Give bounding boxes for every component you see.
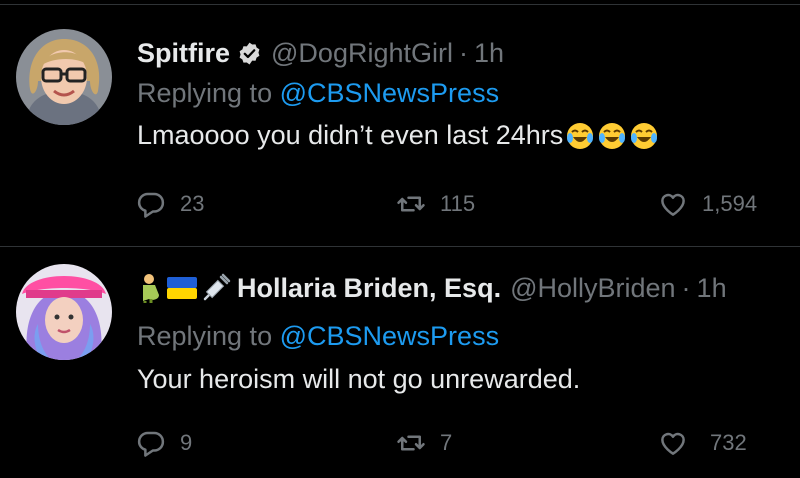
heart-icon [661, 432, 685, 455]
avatar[interactable] [16, 264, 112, 360]
reply-button[interactable]: 9 [136, 425, 192, 461]
pregnant-man-icon [143, 274, 159, 303]
like-button[interactable]: 1,594 [658, 186, 757, 222]
handle[interactable]: @HollyBriden [510, 273, 675, 304]
face-with-tears-of-joy-icon [629, 121, 659, 151]
replying-to: Replying to @CBSNewsPress [137, 78, 499, 109]
syringe-icon [203, 273, 231, 301]
avatar[interactable] [16, 29, 112, 125]
tweet-text: Your heroism will not go unrewarded. [137, 364, 580, 395]
timestamp[interactable]: 1h [697, 273, 727, 304]
replying-to: Replying to @CBSNewsPress [137, 321, 499, 352]
reply-icon [137, 431, 165, 457]
reply-count: 9 [180, 430, 193, 455]
heart-icon [661, 193, 685, 216]
tweet-header: Spitfire @DogRightGirl · 1h [137, 36, 504, 70]
tweet-actions: 9 7 732 [0, 425, 800, 461]
replying-to-label: Replying to [137, 78, 273, 108]
reply-icon [137, 192, 165, 218]
retweet-button[interactable]: 7 [396, 425, 452, 461]
like-button[interactable]: 732 [658, 425, 747, 461]
retweet-icon [397, 435, 425, 451]
tweet-text: Lmaoooo you didn’t even last 24hrs [137, 120, 659, 151]
reply-button[interactable]: 23 [136, 186, 204, 222]
tweet-actions: 23 115 1,594 [0, 186, 800, 222]
like-count: 732 [710, 430, 747, 455]
verified-badge-icon [237, 41, 262, 66]
handle[interactable]: @DogRightGirl [271, 38, 453, 69]
display-name[interactable]: Spitfire [137, 38, 230, 69]
tweet[interactable]: Spitfire @DogRightGirl · 1h Replying to … [0, 0, 800, 246]
face-with-tears-of-joy-icon [565, 121, 595, 151]
separator-dot: · [458, 37, 468, 68]
retweet-count: 115 [440, 191, 476, 216]
retweet-count: 7 [440, 430, 453, 455]
retweet-icon [397, 196, 425, 212]
tweet-header: Hollaria Briden, Esq. @HollyBriden · 1h [137, 271, 727, 305]
tweet-body: Lmaoooo you didn’t even last 24hrs [137, 120, 564, 150]
name-emojis [137, 273, 231, 303]
tweet[interactable]: Hollaria Briden, Esq. @HollyBriden · 1h … [0, 247, 800, 478]
tweet-body: Your heroism will not go unrewarded. [137, 364, 581, 394]
reply-to-link[interactable]: @CBSNewsPress [280, 78, 499, 108]
reply-count: 23 [180, 191, 205, 216]
timestamp[interactable]: 1h [474, 38, 504, 69]
display-name[interactable]: Hollaria Briden, Esq. [237, 273, 501, 304]
retweet-button[interactable]: 115 [396, 186, 475, 222]
separator-dot: · [681, 272, 691, 303]
replying-to-label: Replying to [137, 321, 273, 351]
like-count: 1,594 [702, 191, 758, 216]
ukraine-flag-icon [167, 277, 197, 299]
face-with-tears-of-joy-icon [597, 121, 627, 151]
reply-to-link[interactable]: @CBSNewsPress [280, 321, 499, 351]
